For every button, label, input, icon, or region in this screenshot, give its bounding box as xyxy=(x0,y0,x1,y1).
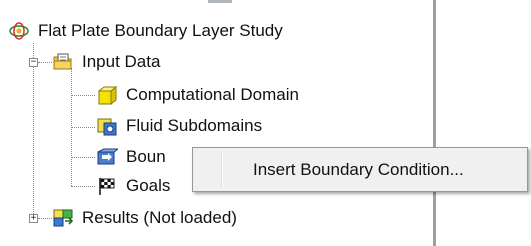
tree-item-root[interactable]: Flat Plate Boundary Layer Study xyxy=(8,19,283,43)
tree-item-goals-label: Goals xyxy=(126,176,171,195)
menu-item-insert-boundary-condition[interactable]: Insert Boundary Condition... xyxy=(196,151,524,188)
project-icon xyxy=(8,21,30,41)
expand-toggle-results[interactable]: + xyxy=(29,214,38,223)
menu-item-insert-boundary-condition-label: Insert Boundary Condition... xyxy=(253,159,464,179)
fluid-subdomains-icon xyxy=(96,116,118,136)
tree-connector-line xyxy=(38,62,52,63)
tree-item-computational-domain[interactable]: Computational Domain xyxy=(96,83,299,107)
tree-item-computational-domain-label: Computational Domain xyxy=(126,85,299,104)
tree-item-goals[interactable]: Goals xyxy=(96,174,170,198)
tree-connector-line xyxy=(71,127,95,128)
tree-item-input-data[interactable]: Input Data xyxy=(52,50,160,74)
tree-item-input-data-label: Input Data xyxy=(82,52,161,71)
tree-connector-line xyxy=(38,218,52,219)
tree-connector-line xyxy=(71,186,95,187)
tree-item-boundary-conditions-label: Boun xyxy=(126,147,166,166)
tree-item-fluid-subdomains-label: Fluid Subdomains xyxy=(126,116,263,135)
feature-tree-panel: Flat Plate Boundary Layer Study − Input … xyxy=(0,0,436,246)
tree-connector-line xyxy=(71,95,95,96)
tree-item-results-label: Results (Not loaded) xyxy=(82,208,237,227)
input-data-folder-icon xyxy=(52,52,74,72)
collapse-toggle-input-data[interactable]: − xyxy=(29,58,38,67)
goals-flag-icon xyxy=(96,176,118,196)
results-icon xyxy=(52,208,74,228)
context-menu: Insert Boundary Condition... xyxy=(192,147,528,192)
panel-splitter-grip[interactable] xyxy=(208,0,232,3)
tree-item-results[interactable]: Results (Not loaded) xyxy=(52,206,237,230)
tree-item-fluid-subdomains[interactable]: Fluid Subdomains xyxy=(96,114,262,138)
app-window: Flat Plate Boundary Layer Study − Input … xyxy=(0,0,531,246)
tree-item-root-label: Flat Plate Boundary Layer Study xyxy=(38,21,283,40)
tree-connector-line xyxy=(71,157,95,158)
boundary-conditions-icon xyxy=(96,147,120,167)
computational-domain-icon xyxy=(96,85,118,106)
tree-item-boundary-conditions[interactable]: Boun xyxy=(96,145,166,169)
tree-connector-line xyxy=(33,43,34,218)
